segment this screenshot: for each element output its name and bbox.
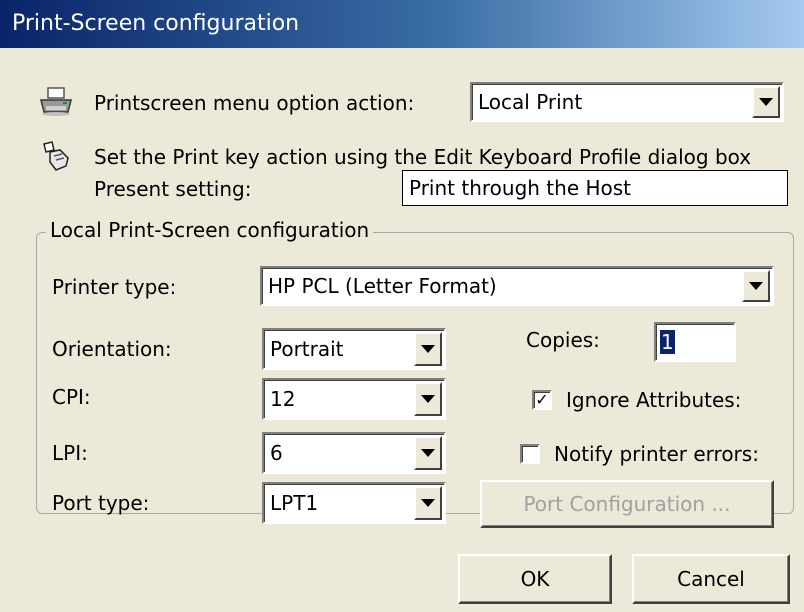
present-setting-value: Print through the Host (409, 176, 632, 200)
notify-errors-checkbox[interactable] (520, 444, 540, 464)
port-type-select[interactable]: LPT1 (262, 482, 446, 524)
present-setting-label: Present setting: (94, 177, 252, 201)
dialog-title: Print-Screen configuration (0, 0, 804, 48)
notify-errors-label: Notify printer errors: (554, 442, 759, 466)
port-configuration-button[interactable]: Port Configuration ... (480, 480, 774, 528)
cpi-select[interactable]: 12 (262, 378, 446, 420)
print-screen-dialog: Print-Screen configuration Printscreen m… (0, 0, 804, 612)
printer-icon (38, 86, 74, 118)
printer-type-label: Printer type: (52, 275, 177, 299)
ignore-attributes-checkbox[interactable]: ✓ (532, 390, 552, 410)
port-type-value: LPT1 (270, 491, 319, 515)
menu-option-select[interactable]: Local Print (470, 82, 784, 122)
orientation-value: Portrait (270, 337, 344, 361)
printer-type-value: HP PCL (Letter Format) (268, 274, 497, 298)
chevron-down-icon[interactable] (414, 486, 442, 520)
chevron-down-icon[interactable] (414, 436, 442, 470)
cancel-button[interactable]: Cancel (632, 554, 790, 604)
chevron-down-icon[interactable] (742, 270, 770, 302)
checkmark-icon: ✓ (535, 390, 549, 409)
chevron-down-icon[interactable] (414, 382, 442, 416)
copies-label: Copies: (526, 328, 600, 352)
orientation-label: Orientation: (52, 337, 172, 361)
ok-button[interactable]: OK (458, 554, 612, 604)
present-setting-field: Print through the Host (402, 170, 788, 206)
printer-type-select[interactable]: HP PCL (Letter Format) (260, 266, 774, 306)
port-type-label: Port type: (52, 491, 150, 515)
print-key-note: Set the Print key action using the Edit … (94, 145, 752, 169)
copies-input[interactable]: 1 (654, 322, 736, 362)
orientation-select[interactable]: Portrait (262, 328, 446, 370)
local-print-group-title: Local Print-Screen configuration (46, 218, 374, 242)
chevron-down-icon[interactable] (752, 86, 780, 118)
lpi-label: LPI: (52, 441, 88, 465)
cpi-label: CPI: (52, 385, 91, 409)
menu-option-value: Local Print (478, 90, 583, 114)
menu-option-label: Printscreen menu option action: (94, 91, 415, 115)
keyboard-hand-icon (40, 140, 72, 172)
ignore-attributes-label: Ignore Attributes: (566, 388, 742, 412)
copies-value: 1 (660, 330, 675, 354)
chevron-down-icon[interactable] (414, 332, 442, 366)
lpi-value: 6 (270, 441, 283, 465)
cpi-value: 12 (270, 387, 296, 411)
lpi-select[interactable]: 6 (262, 432, 446, 474)
